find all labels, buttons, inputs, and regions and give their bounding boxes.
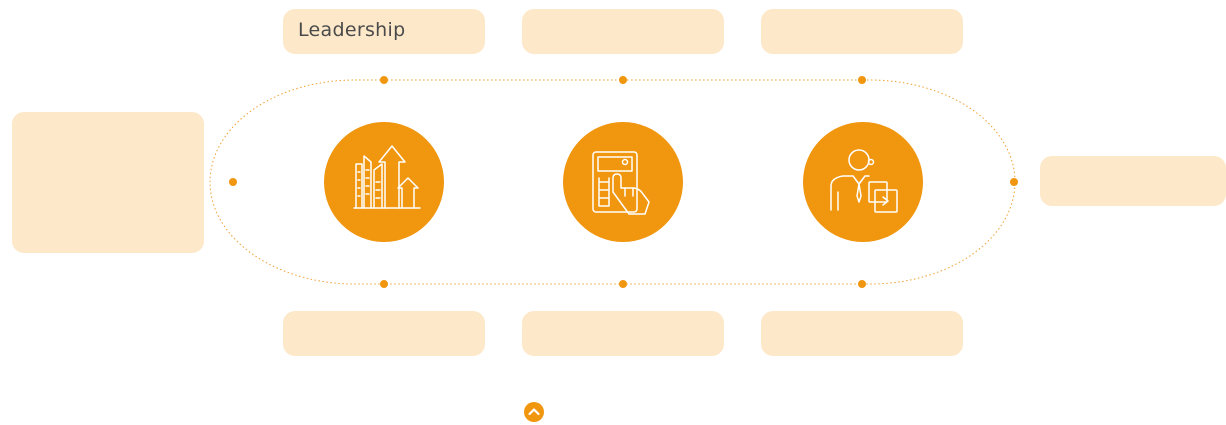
icon-circle-businessman <box>803 122 923 242</box>
card-label: Leadership <box>298 19 406 41</box>
icon-circle-growth <box>324 122 444 242</box>
connector-dot <box>619 280 627 288</box>
growth-buildings-icon <box>353 145 421 209</box>
connector-dot <box>380 76 388 84</box>
card-top-middle <box>522 9 724 54</box>
businessman-documents-icon <box>830 149 898 213</box>
card-bottom-middle <box>522 311 724 356</box>
right-panel <box>1040 156 1226 206</box>
icon-circle-calculator <box>563 122 683 242</box>
card-top-left: Leadership <box>283 9 485 54</box>
card-bottom-right <box>761 311 963 356</box>
calculator-hand-icon <box>592 151 650 215</box>
card-top-right <box>761 9 963 54</box>
connector-dot <box>229 178 237 186</box>
connector-dot <box>380 280 388 288</box>
connector-dot <box>619 76 627 84</box>
connector-dot <box>858 76 866 84</box>
connector-dot <box>858 280 866 288</box>
scroll-up-button[interactable] <box>524 402 544 422</box>
scroll-up-icon <box>528 408 540 416</box>
card-bottom-left <box>283 311 485 356</box>
left-panel <box>12 112 204 253</box>
connector-dot <box>1010 178 1018 186</box>
